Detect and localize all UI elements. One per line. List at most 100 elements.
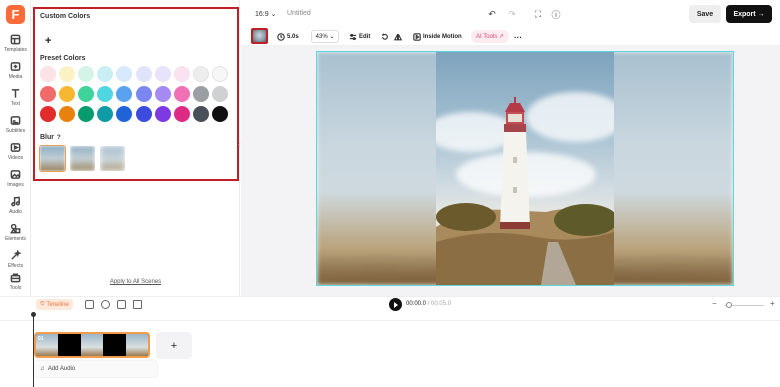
sidebar-item-text[interactable]: Text xyxy=(0,88,31,114)
inside-motion-button[interactable]: Inside Motion xyxy=(413,31,462,43)
add-scene-icon[interactable] xyxy=(85,300,94,309)
preset-color-swatch[interactable] xyxy=(192,66,209,82)
preset-color-swatch[interactable] xyxy=(135,86,152,102)
sidebar-item-media[interactable]: Media xyxy=(0,61,31,87)
preset-color-swatch[interactable] xyxy=(59,106,76,122)
slider-knob[interactable] xyxy=(726,302,732,308)
lighthouse-photo[interactable] xyxy=(436,52,614,285)
save-button[interactable]: Save xyxy=(689,5,721,23)
edit-toolbar: 5.0s 43% ⌄ Edit Inside Motion AI Tools ↗… xyxy=(241,28,780,46)
clock-icon xyxy=(277,33,285,41)
preset-color-swatch[interactable] xyxy=(78,86,95,102)
aspect-ratio-select[interactable]: 16:9 ⌄ xyxy=(255,10,276,18)
sidebar-item-templates[interactable]: Templates xyxy=(0,34,31,60)
preset-color-swatch[interactable] xyxy=(97,66,114,82)
duplicate-icon[interactable] xyxy=(117,300,126,309)
preset-color-swatch[interactable] xyxy=(192,86,209,102)
preset-color-swatch[interactable] xyxy=(40,86,56,102)
preset-color-swatch[interactable] xyxy=(211,106,228,122)
timeline-ruler[interactable] xyxy=(0,313,780,321)
elements-icon xyxy=(10,223,21,234)
add-custom-color-button[interactable]: + xyxy=(45,35,51,47)
clip-frame xyxy=(80,334,104,356)
blur-option-high[interactable] xyxy=(100,146,125,171)
app-logo[interactable]: F xyxy=(6,5,25,24)
timeline-icon: ⏲ xyxy=(40,301,45,307)
arrow-right-icon: → xyxy=(757,10,765,18)
aspect-ratio-value: 16:9 xyxy=(255,11,269,18)
screen-capture-icon[interactable]: ⛶ xyxy=(532,8,544,20)
timeline-tab[interactable]: ⏲ Timeline xyxy=(36,299,73,310)
timeline-zoom-slider[interactable]: − + xyxy=(712,299,776,310)
video-frame[interactable] xyxy=(316,51,734,286)
preset-color-swatch[interactable] xyxy=(173,66,190,82)
preset-color-swatch[interactable] xyxy=(135,106,152,122)
preset-color-swatch[interactable] xyxy=(97,86,114,102)
preset-color-swatch[interactable] xyxy=(211,86,228,102)
videos-icon xyxy=(10,143,21,152)
preset-color-swatch[interactable] xyxy=(59,86,76,102)
split-icon[interactable] xyxy=(101,300,110,309)
preset-color-swatch[interactable] xyxy=(173,86,190,102)
sidebar-item-label: Media xyxy=(8,74,23,80)
trash-icon[interactable] xyxy=(133,300,142,309)
help-icon[interactable]: ? xyxy=(57,135,61,141)
preset-color-swatch[interactable] xyxy=(78,66,95,82)
subtitles-icon xyxy=(10,116,21,125)
tools-icon xyxy=(10,273,21,283)
apply-to-all-scenes-link[interactable]: Apply to All Scenes xyxy=(31,279,240,285)
left-rail: F Templates Media Text Subtitles Videos … xyxy=(0,0,31,296)
preset-color-swatch[interactable] xyxy=(192,106,209,122)
zoom-select[interactable]: 43% ⌄ xyxy=(311,30,339,43)
scene-clip[interactable]: 01 xyxy=(34,332,150,358)
rotate-icon[interactable] xyxy=(381,31,391,43)
add-audio-button[interactable]: ♫ Add Audio xyxy=(34,361,157,377)
preset-color-swatch[interactable] xyxy=(154,86,171,102)
export-button[interactable]: Export → xyxy=(726,5,772,23)
sidebar-item-subtitles[interactable]: Subtitles xyxy=(0,115,31,141)
duration-control[interactable]: 5.0s xyxy=(277,31,299,43)
sidebar-item-tools[interactable]: Tools xyxy=(0,272,31,298)
preset-color-swatch[interactable] xyxy=(97,106,114,122)
preset-color-swatch[interactable] xyxy=(116,66,133,82)
blur-option-low[interactable] xyxy=(39,145,66,172)
ai-tools-button[interactable]: AI Tools ↗ xyxy=(471,30,509,43)
motion-icon xyxy=(413,33,421,41)
canvas-area xyxy=(241,46,780,296)
preset-color-swatch[interactable] xyxy=(135,66,152,82)
redo-icon[interactable]: ↷ xyxy=(506,8,518,20)
zoom-out-icon[interactable]: − xyxy=(712,299,717,308)
help-circle-icon[interactable]: ⓘ xyxy=(550,8,562,20)
sidebar-item-images[interactable]: Images xyxy=(0,169,31,195)
sidebar-item-elements[interactable]: Elements xyxy=(0,223,31,249)
undo-icon[interactable]: ↶ xyxy=(486,8,498,20)
audio-icon xyxy=(11,196,20,207)
sidebar-item-videos[interactable]: Videos xyxy=(0,142,31,168)
add-scene-button[interactable]: + xyxy=(156,332,192,359)
flip-glyph xyxy=(394,33,402,41)
play-button[interactable] xyxy=(389,298,402,311)
preset-color-swatch[interactable] xyxy=(211,66,228,82)
background-thumbnail[interactable] xyxy=(251,28,268,44)
blur-option-medium[interactable] xyxy=(70,146,95,171)
preset-color-swatch[interactable] xyxy=(78,106,95,122)
edit-label: Edit xyxy=(359,34,371,40)
top-bar: 16:9 ⌄ Untitled ↶ ↷ ⛶ ⓘ Save Export → xyxy=(241,0,780,28)
preset-color-swatch[interactable] xyxy=(116,86,133,102)
flip-icon[interactable] xyxy=(394,31,404,43)
preset-color-swatch[interactable] xyxy=(173,106,190,122)
preset-color-swatch[interactable] xyxy=(154,106,171,122)
preset-color-swatch[interactable] xyxy=(154,66,171,82)
more-options-icon[interactable]: ··· xyxy=(514,31,522,43)
sidebar-item-audio[interactable]: Audio xyxy=(0,196,31,222)
preset-color-swatch[interactable] xyxy=(40,66,56,82)
project-title[interactable]: Untitled xyxy=(287,10,311,17)
ai-tools-label: AI Tools xyxy=(476,33,498,40)
preset-color-swatch[interactable] xyxy=(116,106,133,122)
preset-color-swatch[interactable] xyxy=(40,106,56,122)
zoom-in-icon[interactable]: + xyxy=(770,299,775,308)
export-label: Export xyxy=(733,10,756,18)
preset-color-swatch[interactable] xyxy=(59,66,76,82)
edit-button[interactable]: Edit xyxy=(349,31,370,43)
current-time: 00:00.0 xyxy=(406,301,427,307)
